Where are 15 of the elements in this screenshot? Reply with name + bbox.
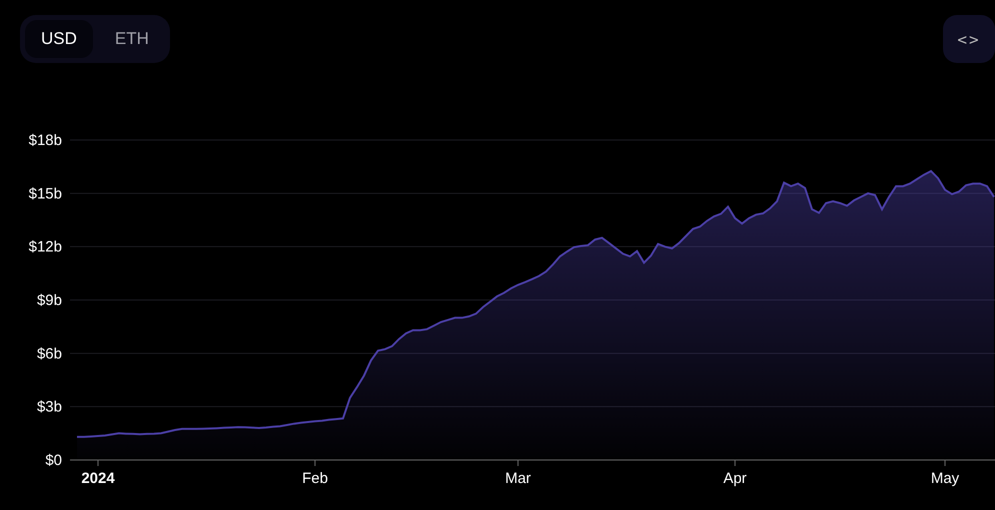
axis-label: $18b bbox=[28, 132, 62, 149]
axis-label: 2024 bbox=[81, 470, 115, 487]
axis-label: Apr bbox=[723, 470, 747, 487]
embed-button[interactable]: <> bbox=[943, 15, 995, 63]
axis-label: $9b bbox=[36, 292, 62, 309]
axis-label: Feb bbox=[302, 470, 328, 487]
axis-label: $6b bbox=[36, 345, 62, 362]
currency-tab[interactable]: ETH bbox=[98, 20, 165, 58]
axis-label: May bbox=[930, 470, 960, 487]
axis-label: $12b bbox=[28, 238, 62, 256]
currency-tab[interactable]: USD bbox=[25, 20, 93, 58]
axis-label: $15b bbox=[28, 185, 62, 202]
axis-label: $3b bbox=[36, 398, 62, 416]
axis-label: $0 bbox=[45, 452, 62, 469]
axis-label: Mar bbox=[505, 470, 531, 487]
